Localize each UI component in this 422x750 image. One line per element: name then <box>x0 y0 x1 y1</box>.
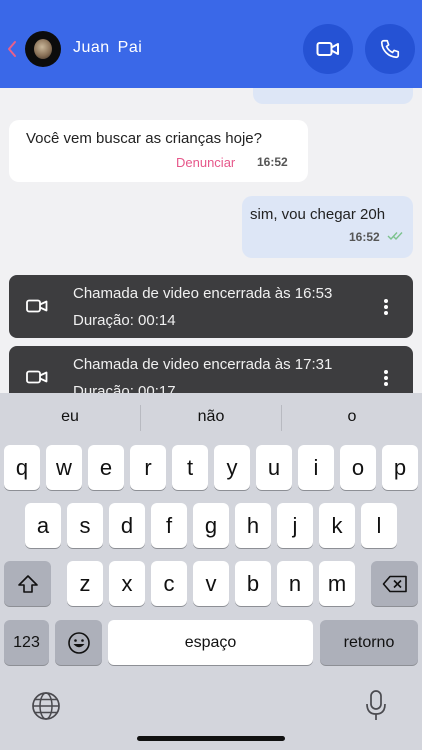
suggestion-3[interactable]: o <box>282 408 422 426</box>
numbers-key[interactable]: 123 <box>4 620 49 665</box>
message-text: Você vem buscar as crianças hoje? <box>26 130 262 147</box>
shift-key[interactable] <box>4 561 51 606</box>
key-a[interactable]: a <box>25 503 61 548</box>
key-m[interactable]: m <box>319 561 355 606</box>
phone-icon <box>380 39 400 59</box>
key-w[interactable]: w <box>46 445 82 490</box>
key-g[interactable]: g <box>193 503 229 548</box>
shift-arrow-icon <box>17 574 38 593</box>
more-options-icon[interactable] <box>384 299 388 317</box>
previous-message-bubble <box>253 88 413 104</box>
backspace-icon <box>382 575 407 592</box>
more-options-icon[interactable] <box>384 370 388 388</box>
call-title: Chamada de video encerrada às 16:53 <box>73 285 333 302</box>
avatar[interactable] <box>25 31 61 67</box>
video-camera-icon <box>316 42 339 56</box>
call-title: Chamada de video encerrada às 17:31 <box>73 356 333 373</box>
key-c[interactable]: c <box>151 561 187 606</box>
message-time: 16:52 <box>349 230 380 244</box>
key-f[interactable]: f <box>151 503 187 548</box>
call-log-card[interactable]: Chamada de video encerrada às 16:53 Dura… <box>9 275 413 338</box>
outgoing-message[interactable]: sim, vou chegar 20h 16:52 <box>242 196 413 258</box>
key-x[interactable]: x <box>109 561 145 606</box>
keyboard: eu não o q w e r t y u i o p a s d f g h… <box>0 393 422 750</box>
key-r[interactable]: r <box>130 445 166 490</box>
key-k[interactable]: k <box>319 503 355 548</box>
video-call-button[interactable] <box>303 24 353 74</box>
return-key[interactable]: retorno <box>320 620 418 665</box>
key-o[interactable]: o <box>340 445 376 490</box>
key-d[interactable]: d <box>109 503 145 548</box>
microphone-icon[interactable] <box>364 689 388 723</box>
message-text: sim, vou chegar 20h <box>250 206 386 223</box>
key-i[interactable]: i <box>298 445 334 490</box>
emoji-key[interactable] <box>55 620 102 665</box>
suggestion-1[interactable]: eu <box>0 408 140 426</box>
key-q[interactable]: q <box>4 445 40 490</box>
suggestion-2[interactable]: não <box>141 408 281 426</box>
message-time: 16:52 <box>257 155 288 169</box>
message-list[interactable]: Você vem buscar as crianças hoje? Denunc… <box>0 88 422 393</box>
double-check-icon <box>387 232 403 241</box>
home-indicator <box>137 736 285 741</box>
call-log-card[interactable]: Chamada de video encerrada às 17:31 Dura… <box>9 346 413 393</box>
key-b[interactable]: b <box>235 561 271 606</box>
key-h[interactable]: h <box>235 503 271 548</box>
key-y[interactable]: y <box>214 445 250 490</box>
report-link[interactable]: Denunciar <box>176 155 235 170</box>
key-s[interactable]: s <box>67 503 103 548</box>
call-duration: Duração: 00:14 <box>73 312 176 329</box>
key-j[interactable]: j <box>277 503 313 548</box>
key-u[interactable]: u <box>256 445 292 490</box>
key-n[interactable]: n <box>277 561 313 606</box>
key-t[interactable]: t <box>172 445 208 490</box>
call-duration: Duração: 00:17 <box>73 383 176 393</box>
chevron-left-icon[interactable] <box>6 40 18 58</box>
video-camera-icon <box>26 370 48 384</box>
key-p[interactable]: p <box>382 445 418 490</box>
key-l[interactable]: l <box>361 503 397 548</box>
key-z[interactable]: z <box>67 561 103 606</box>
emoji-icon <box>67 631 90 654</box>
incoming-message[interactable]: Você vem buscar as crianças hoje? Denunc… <box>9 120 308 182</box>
key-e[interactable]: e <box>88 445 124 490</box>
globe-icon[interactable] <box>31 691 61 721</box>
space-key[interactable]: espaço <box>108 620 313 665</box>
contact-name[interactable]: Juan Pai <box>73 39 142 57</box>
key-v[interactable]: v <box>193 561 229 606</box>
video-camera-icon <box>26 299 48 313</box>
voice-call-button[interactable] <box>365 24 415 74</box>
chat-header: Juan Pai <box>0 0 422 88</box>
backspace-key[interactable] <box>371 561 418 606</box>
